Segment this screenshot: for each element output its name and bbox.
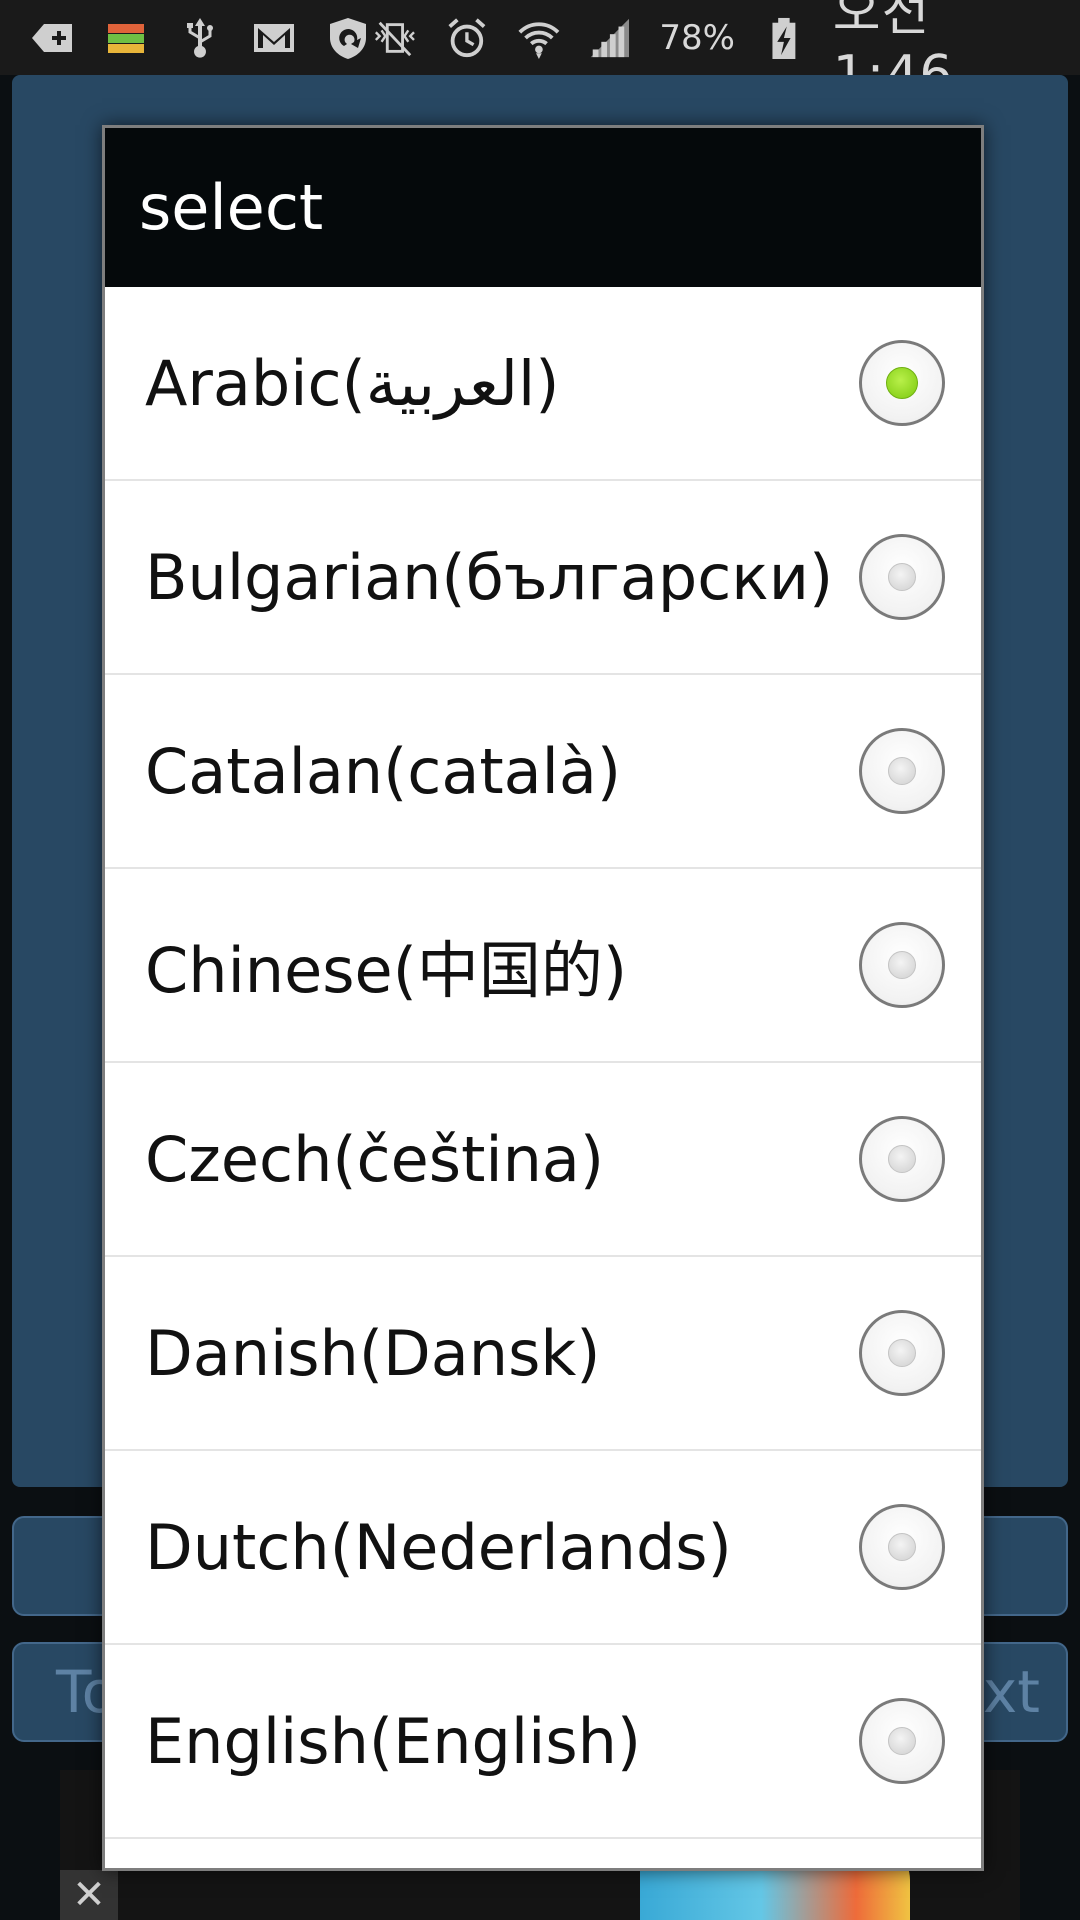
alarm-icon [448,17,486,57]
radio-dot [886,367,918,399]
dialog-title: select [105,128,981,287]
battery-charging-icon [772,17,796,59]
radio-unchecked-icon[interactable] [859,1116,945,1202]
status-bar-notifications [28,14,372,62]
language-option-label: English(English) [145,1704,642,1778]
radio-dot [888,1145,916,1173]
language-option-label: Chinese(中国的) [145,934,628,1007]
signal-icon [591,18,630,57]
gmail-icon [254,23,294,52]
app-notification-icon [108,23,144,53]
radio-checked-icon[interactable] [859,340,945,426]
language-option[interactable]: English(English) [105,1645,981,1839]
language-option[interactable]: Catalan(català) [105,675,981,869]
language-option-label: Catalan(català) [145,734,622,808]
language-option-label: Bulgarian(български) [145,540,834,614]
radio-dot [888,951,916,979]
radio-unchecked-icon[interactable] [859,922,945,1008]
language-option-list: Arabic(العربية) Bulgarian(български) Catal… [105,287,981,1839]
battery-percent: 78% [659,17,735,58]
radio-unchecked-icon[interactable] [859,728,945,814]
language-option[interactable]: Chinese(中国的) [105,869,981,1063]
wifi-icon [518,21,560,59]
radio-unchecked-icon[interactable] [859,1504,945,1590]
radio-dot [888,563,916,591]
usb-icon [187,17,213,58]
language-option[interactable]: Danish(Dansk) [105,1257,981,1451]
radio-dot [888,1533,916,1561]
radio-unchecked-icon[interactable] [859,534,945,620]
ad-close-icon[interactable]: ✕ [60,1870,118,1920]
radio-unchecked-icon[interactable] [859,1310,945,1396]
language-option[interactable]: Bulgarian(български) [105,481,981,675]
language-option[interactable]: Czech(čeština) [105,1063,981,1257]
language-option-label: Czech(čeština) [145,1122,605,1196]
status-bar: 78% 오전 1:46 [0,0,1080,105]
plus-notification-icon [32,23,72,52]
language-option-label: Arabic(العربية) [145,346,560,420]
language-option-label: Danish(Dansk) [145,1316,601,1390]
radio-dot [888,1339,916,1367]
language-option[interactable]: Arabic(العربية) [105,287,981,481]
vibrate-mute-icon [374,21,415,56]
language-select-dialog: select Arabic(العربية) Bulgarian(българск… [102,125,984,1871]
language-option[interactable]: Dutch(Nederlands) [105,1451,981,1645]
radio-dot [888,757,916,785]
language-option-label: Dutch(Nederlands) [145,1510,732,1584]
radio-dot [888,1727,916,1755]
radio-unchecked-icon[interactable] [859,1698,945,1784]
shield-icon [330,17,366,59]
